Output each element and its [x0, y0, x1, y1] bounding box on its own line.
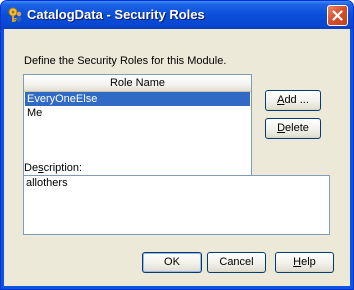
- close-icon: [332, 10, 343, 21]
- close-button[interactable]: [327, 5, 348, 26]
- help-accelerator: H: [293, 256, 302, 268]
- add-button-label: dd ...: [284, 94, 309, 106]
- role-item-everyoneelse[interactable]: EveryOneElse: [25, 92, 250, 106]
- dialog-client-area: Define the Security Roles for this Modul…: [4, 29, 350, 286]
- security-roles-dialog: CatalogData - Security Roles Define the …: [0, 0, 354, 290]
- delete-button-label: elete: [285, 122, 309, 134]
- cancel-button[interactable]: Cancel: [207, 252, 266, 273]
- help-button-label: elp: [301, 256, 316, 268]
- key-person-icon: [8, 7, 22, 22]
- instructions-label: Define the Security Roles for this Modul…: [24, 55, 227, 67]
- help-button[interactable]: Help: [275, 252, 334, 273]
- delete-role-button[interactable]: Delete: [265, 118, 321, 139]
- description-label-post: cription:: [43, 162, 83, 174]
- description-label: Description:: [24, 162, 82, 174]
- description-label-pre: De: [24, 162, 39, 174]
- role-name-column-header[interactable]: Role Name: [24, 75, 251, 92]
- ok-button[interactable]: OK: [142, 252, 202, 273]
- add-role-button[interactable]: Add ...: [265, 90, 321, 111]
- delete-accelerator: D: [277, 122, 286, 134]
- role-item-me[interactable]: Me: [25, 106, 250, 120]
- window-title: CatalogData - Security Roles: [27, 7, 205, 22]
- title-bar[interactable]: CatalogData - Security Roles: [1, 1, 353, 29]
- description-field[interactable]: allothers: [23, 175, 330, 235]
